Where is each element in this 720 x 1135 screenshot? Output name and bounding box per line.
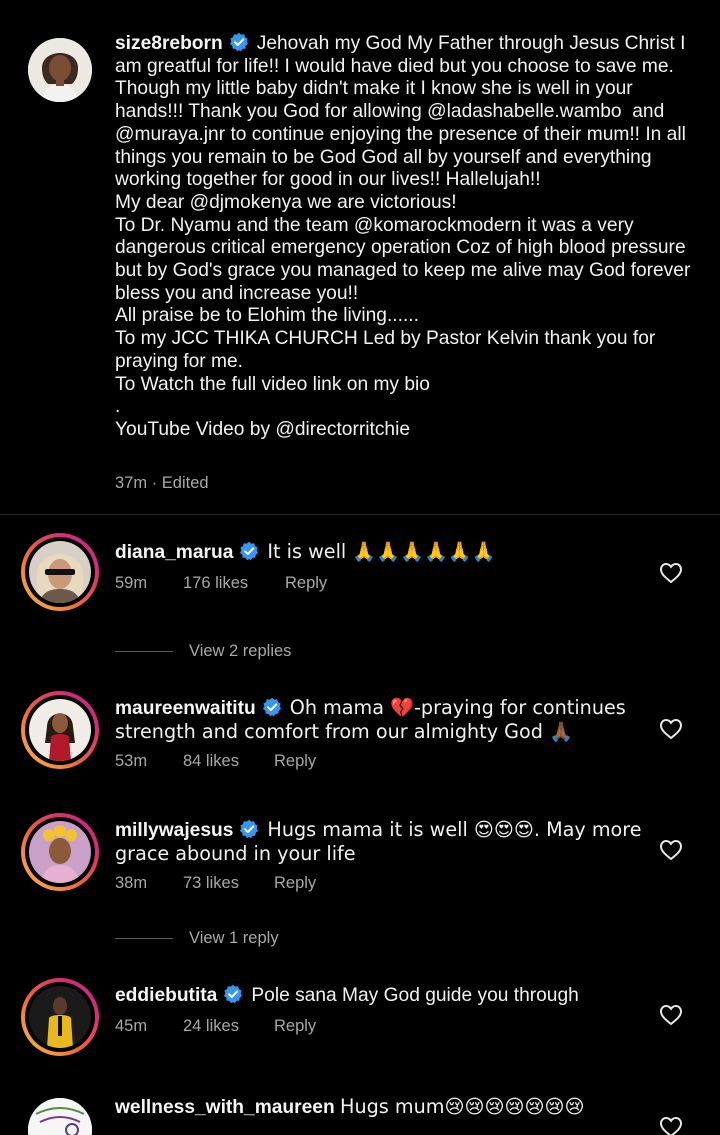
comment-time: 45m [115, 1017, 148, 1035]
comment-avatar-eddie[interactable] [21, 978, 99, 1056]
comment-username[interactable]: wellness_with_maureen [115, 1097, 335, 1118]
reply-button[interactable]: Reply [274, 1017, 316, 1036]
comment-avatar-maureen[interactable] [21, 691, 99, 769]
comment-username[interactable]: millywajesus [115, 820, 233, 841]
comment-meta: 59m 176 likes Reply [115, 574, 327, 593]
comment-username[interactable]: diana_marua [115, 542, 233, 563]
heart-icon[interactable] [659, 1116, 683, 1135]
replies-line [115, 651, 173, 652]
comment-body: Hugs mum😢😢😢😢😢😢😢 [340, 1095, 585, 1118]
comment-meta: 45m 24 likes Reply [115, 1017, 316, 1036]
verified-badge-icon [240, 541, 259, 561]
view-replies-button[interactable]: View 1 reply [115, 929, 279, 948]
heart-icon[interactable] [659, 1004, 683, 1026]
verified-badge-icon [229, 32, 248, 52]
comment-text-block: eddiebutita Pole sana May God guide you t… [115, 984, 655, 1008]
reply-button[interactable]: Reply [274, 874, 316, 893]
caption-username[interactable]: size8reborn [115, 33, 223, 54]
caption-edited: · Edited [151, 474, 209, 492]
comment-text-block: diana_marua It is well 🙏🙏🙏🙏🙏🙏 [115, 540, 655, 565]
caption-avatar[interactable] [28, 38, 92, 102]
comment-meta: 53m 84 likes Reply [115, 752, 316, 771]
comment-likes[interactable]: 24 likes [183, 1017, 274, 1036]
comment-avatar-wellness[interactable] [28, 1098, 92, 1135]
comment-time: 53m [115, 752, 148, 770]
comment-likes[interactable]: 73 likes [183, 874, 274, 893]
heart-icon[interactable] [659, 562, 683, 584]
view-replies-label[interactable]: View 1 reply [189, 929, 279, 948]
comment-username[interactable]: eddiebutita [115, 985, 217, 1006]
comment-text-block: wellness_with_maureen Hugs mum😢😢😢😢😢😢😢 [115, 1095, 655, 1120]
verified-badge-icon [262, 697, 281, 717]
replies-line [115, 938, 173, 939]
caption-body: Jehovah my God My Father through Jesus C… [115, 33, 691, 440]
comment-text-block: millywajesus Hugs mama it is well 😍😍😍. Ma… [115, 818, 655, 866]
view-replies-label[interactable]: View 2 replies [189, 642, 291, 661]
caption-text-block: size8reborn Jehovah my God My Father thro… [115, 32, 705, 442]
comment-meta: 38m 73 likes Reply [115, 874, 316, 893]
comment-username[interactable]: maureenwaititu [115, 698, 256, 719]
reply-button[interactable]: Reply [285, 574, 327, 593]
caption-meta: 37m · Edited [115, 474, 209, 493]
verified-badge-icon [224, 984, 243, 1004]
comment-avatar-diana[interactable] [21, 533, 99, 611]
comment-body: It is well 🙏🙏🙏🙏🙏🙏 [267, 540, 496, 563]
divider [0, 514, 720, 515]
comment-text-block: maureenwaititu Oh mama 💔-praying for cont… [115, 696, 655, 744]
comment-time: 59m [115, 574, 148, 592]
comment-body: Pole sana May God guide you through [251, 985, 579, 1006]
comment-time: 38m [115, 874, 148, 892]
reply-button[interactable]: Reply [274, 752, 316, 771]
view-replies-button[interactable]: View 2 replies [115, 642, 291, 661]
caption-time: 37m [115, 474, 148, 492]
comment-likes[interactable]: 176 likes [183, 574, 285, 593]
heart-icon[interactable] [659, 718, 683, 740]
comment-likes[interactable]: 84 likes [183, 752, 274, 771]
comment-avatar-milly[interactable] [21, 813, 99, 891]
verified-badge-icon [240, 819, 259, 839]
heart-icon[interactable] [659, 839, 683, 861]
